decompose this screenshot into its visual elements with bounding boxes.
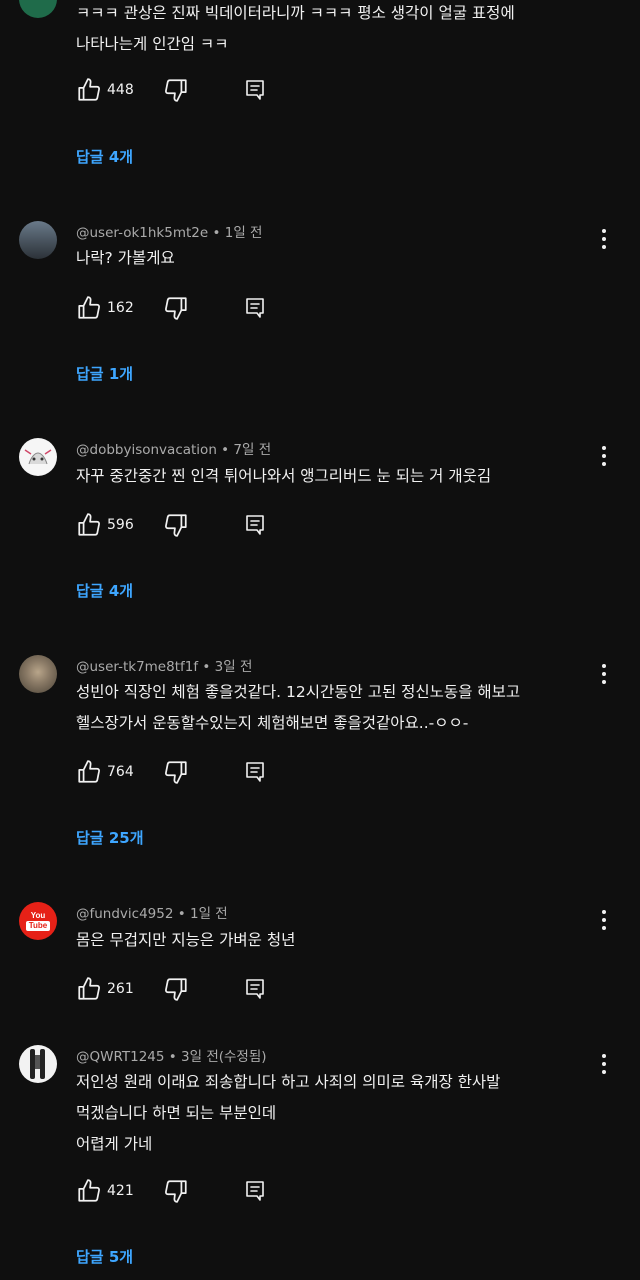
replies-link[interactable]: 답글 1개 (76, 363, 133, 384)
comment-line: 몸은 무겁지만 지능은 가벼운 청년 (76, 931, 296, 949)
comment-line: 저인성 원래 이래요 죄송합니다 하고 사죄의 의미로 육개장 한사발 (76, 1073, 501, 1091)
comment-line: 성빈아 직장인 체험 좋을것같다. 12시간동안 고된 정신노동을 해보고 (76, 683, 521, 701)
replies-link[interactable]: 답글 4개 (76, 580, 133, 601)
comment-actions: 421 (76, 1178, 276, 1206)
thumbs-down-icon (165, 1180, 187, 1203)
avatar[interactable]: You Tube (19, 902, 57, 940)
thumbs-up-icon (78, 977, 100, 1000)
author-name[interactable]: @dobbyisonvacation (76, 442, 217, 458)
like-button[interactable] (76, 512, 102, 538)
replies-link[interactable]: 답글 25개 (76, 827, 144, 848)
replies-link[interactable]: 답글 4개 (76, 146, 133, 167)
thumbs-down-icon (165, 79, 187, 102)
thumbs-up-icon (78, 296, 100, 319)
like-button[interactable] (76, 759, 102, 785)
reply-button[interactable] (243, 78, 267, 102)
comment-reply-icon (246, 515, 264, 535)
more-options-button[interactable] (596, 659, 612, 689)
dislike-button[interactable] (163, 976, 189, 1002)
youtube-logo-icon: You Tube (26, 911, 50, 931)
comment-meta: @dobbyisonvacation • 7일 전 (76, 438, 271, 458)
comment-meta: @QWRT1245 • 3일 전(수정됨) (76, 1045, 267, 1065)
figure-avatar-icon (30, 1049, 45, 1079)
comment-0: ㅋㅋㅋ 관상은 진짜 빅데이터라니까 ㅋㅋㅋ 평소 생각이 얼굴 표정에 나타나… (0, 0, 640, 190)
thumbs-down-icon (165, 297, 187, 320)
comment-text: 자꾸 중간중간 찐 인격 튀어나와서 앵그리버드 눈 되는 거 개웃김 (76, 461, 491, 492)
comment-line: 나락? 가볼게요 (76, 249, 175, 267)
comment-reply-icon (246, 298, 264, 318)
comment-text: 나락? 가볼게요 (76, 243, 175, 274)
like-count: 261 (107, 981, 134, 997)
comment-reply-icon (246, 762, 264, 782)
avatar[interactable] (19, 655, 57, 693)
more-options-button[interactable] (596, 224, 612, 254)
avatar[interactable] (19, 438, 57, 476)
like-count: 448 (107, 82, 134, 98)
comment-meta: @user-tk7me8tf1f • 3일 전 (76, 655, 252, 675)
dislike-button[interactable] (163, 295, 189, 321)
comment-actions: 596 (76, 512, 276, 540)
avatar[interactable] (19, 1045, 57, 1083)
more-options-button[interactable] (596, 905, 612, 935)
comment-text: 성빈아 직장인 체험 좋을것같다. 12시간동안 고된 정신노동을 해보고 헬스… (76, 677, 520, 739)
like-button[interactable] (76, 1178, 102, 1204)
comment-actions: 261 (76, 976, 276, 1004)
reply-button[interactable] (243, 977, 267, 1001)
thumbs-up-icon (78, 78, 100, 101)
dislike-button[interactable] (163, 77, 189, 103)
comment-reply-icon (246, 80, 264, 100)
comment-text: ㅋㅋㅋ 관상은 진짜 빅데이터라니까 ㅋㅋㅋ 평소 생각이 얼굴 표정에 나타나… (76, 0, 515, 60)
reply-button[interactable] (243, 296, 267, 320)
thumbs-up-icon (78, 1179, 100, 1202)
comment-time: • 3일 전 (198, 659, 253, 675)
comment-text: 저인성 원래 이래요 죄송합니다 하고 사죄의 의미로 육개장 한사발 먹겠습니… (76, 1067, 500, 1160)
comment-line: 먹겠습니다 하면 되는 부분인데 (76, 1104, 277, 1122)
comment-actions: 764 (76, 759, 276, 787)
comment-actions: 162 (76, 295, 276, 323)
thumbs-up-icon (78, 513, 100, 536)
like-count: 421 (107, 1183, 134, 1199)
comment-time: • 1일 전 (173, 906, 228, 922)
like-count: 162 (107, 300, 134, 316)
like-button[interactable] (76, 976, 102, 1002)
comment-line: 헬스장가서 운동할수있는지 체험해보면 좋을것같아요..-ㅇㅇ- (76, 714, 469, 732)
dislike-button[interactable] (163, 512, 189, 538)
thumbs-down-icon (165, 761, 187, 784)
avatar[interactable] (19, 221, 57, 259)
dislike-button[interactable] (163, 1178, 189, 1204)
more-options-button[interactable] (596, 1049, 612, 1079)
comment-actions: 448 (76, 77, 276, 105)
thumbs-up-icon (78, 760, 100, 783)
author-name[interactable]: @user-ok1hk5mt2e (76, 225, 208, 241)
comment-meta: @fundvic4952 • 1일 전 (76, 902, 228, 922)
comment-line: 자꾸 중간중간 찐 인격 튀어나와서 앵그리버드 눈 되는 거 개웃김 (76, 467, 492, 485)
thumbs-down-icon (165, 514, 187, 537)
dislike-button[interactable] (163, 759, 189, 785)
cartoon-avatar-icon (20, 439, 56, 475)
thumbs-down-icon (165, 978, 187, 1001)
comment-text: 몸은 무겁지만 지능은 가벼운 청년 (76, 925, 295, 956)
reply-button[interactable] (243, 760, 267, 784)
comment-time: • 3일 전(수정됨) (164, 1049, 267, 1065)
comment-line: 나타나는게 인간임 ㅋㅋ (76, 35, 229, 53)
comment-time: • 1일 전 (208, 225, 263, 241)
author-name[interactable]: @user-tk7me8tf1f (76, 659, 198, 675)
like-count: 596 (107, 517, 134, 533)
avatar[interactable] (19, 0, 57, 18)
like-button[interactable] (76, 295, 102, 321)
comment-reply-icon (246, 1181, 264, 1201)
reply-button[interactable] (243, 1179, 267, 1203)
author-name[interactable]: @QWRT1245 (76, 1049, 164, 1065)
comment-time: • 7일 전 (216, 442, 272, 458)
reply-button[interactable] (243, 513, 267, 537)
comment-line: ㅋㅋㅋ 관상은 진짜 빅데이터라니까 ㅋㅋㅋ 평소 생각이 얼굴 표정에 (76, 4, 515, 22)
comment-reply-icon (246, 979, 264, 999)
replies-link[interactable]: 답글 5개 (76, 1246, 133, 1267)
author-name[interactable]: @fundvic4952 (76, 906, 173, 922)
like-count: 764 (107, 764, 134, 780)
more-options-button[interactable] (596, 441, 612, 471)
comment-meta: @user-ok1hk5mt2e • 1일 전 (76, 221, 262, 241)
like-button[interactable] (76, 77, 102, 103)
comment-line: 어렵게 가네 (76, 1135, 153, 1153)
